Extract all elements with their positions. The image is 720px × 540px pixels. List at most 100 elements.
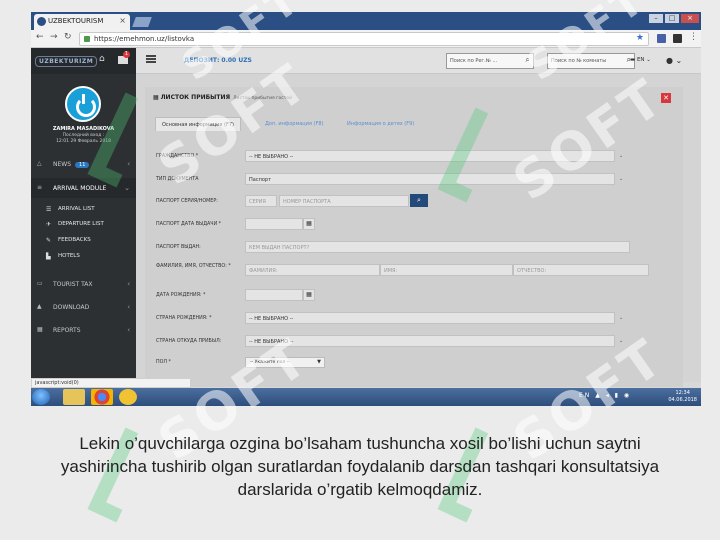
- chevron-down-icon: ⌄: [619, 315, 624, 321]
- slide: UZBEKTOURISM × – □ × ← → ↻ https://emehm…: [0, 0, 720, 540]
- sidebar-item-label: DEPARTURE LIST: [58, 221, 104, 227]
- sidebar-item-hotels[interactable]: ▙ HOTELS: [31, 249, 136, 264]
- browser-tab-title: UZBEKTOURISM: [48, 17, 104, 25]
- explorer-icon[interactable]: [63, 389, 85, 405]
- minimize-button[interactable]: –: [649, 14, 663, 23]
- citizenship-label: ГРАЖДАНСТВО *: [156, 154, 199, 159]
- sidebar-item-label: DOWNLOAD: [53, 304, 90, 311]
- passport-series-input[interactable]: СЕРИЯ: [245, 195, 277, 207]
- warning-icon: ▲: [37, 303, 42, 310]
- screenshot: UZBEKTOURISM × – □ × ← → ↻ https://emehm…: [31, 12, 701, 406]
- passport-issued-input[interactable]: КЕМ ВЫДАН ПАСПОРТ?: [245, 241, 630, 253]
- sidebar-header: UZBEKTURIZM ⌂ 1: [31, 48, 136, 74]
- arrival-country-select[interactable]: -- НЕ ВЫБРАНО --: [245, 335, 615, 347]
- favicon-icon: [37, 17, 46, 26]
- extension-icon[interactable]: [657, 34, 666, 43]
- passport-search-button[interactable]: ⌕: [410, 194, 428, 207]
- system-tray-icons: EN ▲ ◂ ▮ ◉: [579, 392, 632, 399]
- passport-number-input[interactable]: НОМЕР ПАСПОРТА: [279, 195, 409, 207]
- calendar-icon[interactable]: ▦: [303, 218, 315, 230]
- close-window-button[interactable]: ×: [681, 14, 699, 23]
- doc-type-label: ТИП ДОКУМЕНТА: [156, 177, 199, 182]
- sidebar-item-arrival-module[interactable]: ≡ ARRIVAL MODULE ⌄: [31, 178, 136, 198]
- table-icon: ▦: [153, 94, 161, 101]
- citizenship-select[interactable]: -- НЕ ВЫБРАНО --: [245, 150, 615, 162]
- search-room-input[interactable]: Поиск по № комнаты ⌕: [547, 53, 635, 69]
- passport-number-label: ПАСПОРТ СЕРИЯ/НОМЕР:: [156, 199, 218, 204]
- app-icon[interactable]: [119, 389, 137, 405]
- close-tab-icon[interactable]: ×: [119, 16, 126, 25]
- clock[interactable]: 12:34 04.06.2018: [668, 390, 697, 404]
- lock-icon: [84, 36, 90, 42]
- chevron-down-icon: ⌄: [619, 338, 624, 344]
- building-icon: ▙: [46, 253, 51, 260]
- doc-type-select[interactable]: Паспорт: [245, 173, 615, 185]
- birth-date-input[interactable]: [245, 289, 303, 301]
- sidebar-item-label: NEWS: [53, 161, 72, 168]
- user-name: ZAMIRA MASADIKOVA: [52, 126, 115, 132]
- tab-children-info[interactable]: Информация о детях (F9): [341, 117, 420, 131]
- close-icon[interactable]: ✕: [661, 93, 671, 103]
- maximize-button[interactable]: □: [665, 14, 679, 23]
- name-input[interactable]: ИМЯ:: [380, 264, 513, 276]
- browser-menu-icon[interactable]: ⋮: [689, 32, 698, 42]
- hamburger-menu-icon[interactable]: [146, 55, 156, 63]
- birth-date-label: ДАТА РОЖДЕНИЯ: *: [156, 293, 206, 298]
- passport-issued-label: ПАСПОРТ ВЫДАН:: [156, 245, 201, 250]
- sidebar-item-departure-list[interactable]: ✈ DEPARTURE LIST: [31, 217, 136, 232]
- tab-basic-info[interactable]: Основная информация (F7): [155, 117, 241, 131]
- sidebar: UZBEKTURIZM ⌂ 1 ZAMIRA MASADIKOVA Послед…: [31, 48, 136, 382]
- panel-header: ▦ ЛИСТОК ПРИБЫТИЯ Листок прибытия гостей: [145, 87, 683, 109]
- browser-tab-strip: UZBEKTOURISM × – □ ×: [31, 12, 701, 30]
- sidebar-item-reports[interactable]: ▦ REPORTS ‹: [31, 320, 136, 340]
- extension-badge-icon[interactable]: [673, 34, 682, 43]
- arrival-form-panel: ▦ ЛИСТОК ПРИБЫТИЯ Листок прибытия гостей …: [145, 87, 683, 387]
- caret-down-icon: ▼: [317, 359, 321, 365]
- top-bar: ДЕПОЗИТ: 0.00 UZS Поиск по Рег.№ ... ⌕ П…: [136, 48, 701, 74]
- sex-select[interactable]: -- Укажите пол -- ▼: [245, 357, 325, 368]
- browser-tab[interactable]: UZBEKTOURISM ×: [34, 14, 130, 30]
- tab-extra-info[interactable]: Доп. информация (F8): [259, 117, 329, 131]
- search-reg-input[interactable]: Поиск по Рег.№ ... ⌕: [446, 53, 534, 69]
- user-last-login: 12:01 29 Февраль 2018: [56, 139, 111, 144]
- new-tab-button[interactable]: [132, 17, 152, 27]
- search-icon[interactable]: ⌕: [526, 55, 530, 65]
- surname-input[interactable]: ФАМИЛИЯ:: [245, 264, 380, 276]
- sidebar-item-download[interactable]: ▲ DOWNLOAD ‹: [31, 297, 136, 317]
- back-icon[interactable]: ←: [36, 32, 44, 42]
- sidebar-item-label: ARRIVAL MODULE: [53, 185, 107, 192]
- sidebar-item-arrival-list[interactable]: ☰ ARRIVAL LIST: [31, 202, 136, 217]
- birth-country-label: СТРАНА РОЖДЕНИЯ: *: [156, 316, 212, 321]
- calendar-icon[interactable]: ▦: [303, 289, 315, 301]
- sidebar-item-label: TOURIST TAX: [53, 281, 93, 288]
- url-input[interactable]: https://emehmon.uz/listovka ★: [79, 32, 649, 46]
- forward-icon[interactable]: →: [50, 32, 58, 42]
- mail-count-badge: 1: [123, 51, 130, 58]
- table-icon: ▦: [37, 326, 43, 333]
- comments-icon: ✎: [46, 237, 52, 244]
- patronymic-input[interactable]: ОТЧЕСТВО:: [513, 264, 649, 276]
- home-icon[interactable]: ⌂: [99, 55, 108, 64]
- window-controls: – □ ×: [649, 14, 699, 23]
- user-icon[interactable]: ● ⌄: [666, 56, 682, 65]
- bookmark-star-icon[interactable]: ★: [636, 33, 644, 43]
- panel-subtitle: Листок прибытия гостей: [233, 96, 293, 101]
- language-selector[interactable]: ▬ EN ⌄: [630, 57, 651, 63]
- chevron-down-icon: ⌄: [124, 184, 130, 192]
- address-bar: ← → ↻ https://emehmon.uz/listovka ★ ⋮: [31, 30, 701, 48]
- sidebar-item-feedbacks[interactable]: ✎ FEEDBACKS: [31, 233, 136, 248]
- url-text: https://emehmon.uz/listovka: [94, 35, 195, 43]
- chevron-left-icon: ‹: [127, 326, 130, 334]
- start-button[interactable]: [32, 389, 50, 405]
- reload-icon[interactable]: ↻: [64, 32, 72, 42]
- search-reg-placeholder: Поиск по Рег.№ ...: [450, 58, 498, 64]
- brand-logo[interactable]: UZBEKTURIZM: [35, 56, 98, 67]
- sidebar-item-tourist-tax[interactable]: ▭ TOURIST TAX ‹: [31, 274, 136, 294]
- language-label: EN: [636, 57, 645, 63]
- birth-country-select[interactable]: -- НЕ ВЫБРАНО --: [245, 312, 615, 324]
- sidebar-item-news[interactable]: △ NEWS 11 ‹: [31, 154, 136, 174]
- chrome-icon[interactable]: [91, 389, 113, 405]
- sidebar-item-label: ARRIVAL LIST: [58, 206, 95, 212]
- passport-date-input[interactable]: [245, 218, 303, 230]
- box-icon: ▭: [37, 280, 43, 287]
